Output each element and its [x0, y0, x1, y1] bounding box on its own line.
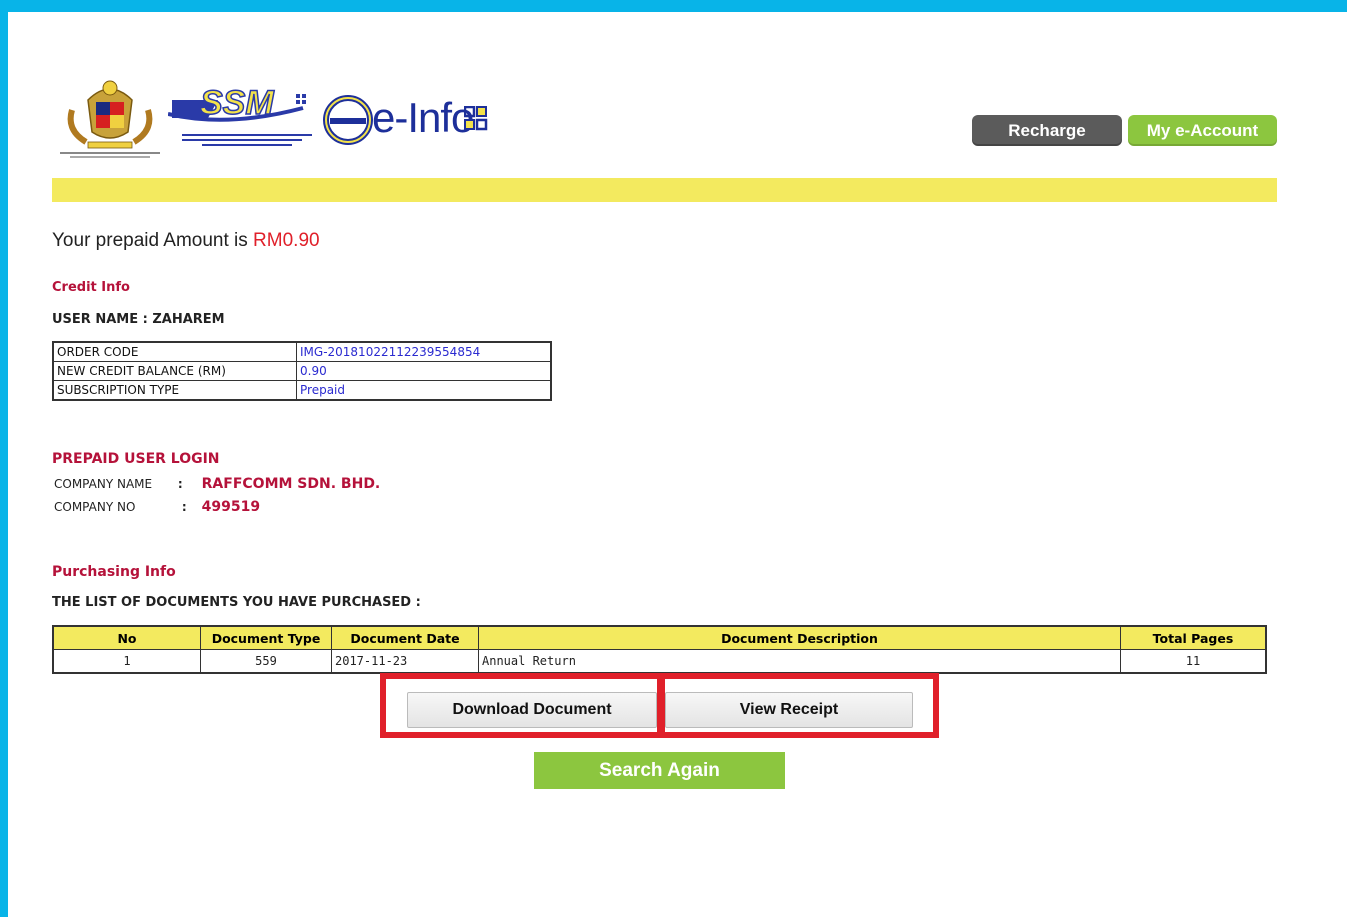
subscription-type-label: SUBSCRIPTION TYPE	[52, 380, 297, 401]
e-info-logo: e-Info	[322, 88, 512, 148]
column-header-document-description: Document Description	[478, 625, 1121, 650]
government-crest-logo	[58, 70, 162, 160]
prepaid-user-login-title: PREPAID USER LOGIN	[52, 451, 220, 467]
recharge-button[interactable]: Recharge	[972, 115, 1122, 146]
purchasing-info-title: Purchasing Info	[52, 564, 176, 580]
credit-info-title: Credit Info	[52, 280, 130, 295]
column-header-no: No	[52, 625, 201, 650]
prepaid-amount-label: Your prepaid Amount is	[52, 230, 248, 251]
company-name-row: COMPANY NAME : RAFFCOMM SDN. BHD.	[54, 476, 380, 492]
column-header-document-date: Document Date	[331, 625, 479, 650]
cell-total-pages: 11	[1120, 649, 1267, 674]
order-code-value: IMG-20181022112239554854	[296, 341, 552, 362]
cell-no: 1	[52, 649, 201, 674]
purchased-documents-table: No Document Type Document Date Document …	[52, 625, 1267, 674]
svg-text:SSM: SSM	[200, 84, 274, 122]
column-header-document-type: Document Type	[200, 625, 332, 650]
purchased-documents-subtitle: THE LIST OF DOCUMENTS YOU HAVE PURCHASED…	[52, 595, 421, 610]
user-name-line: USER NAME : ZAHAREM	[52, 312, 225, 327]
highlight-box-receipt	[659, 673, 939, 738]
table-row: ORDER CODE IMG-20181022112239554854	[52, 341, 552, 362]
table-row: 1 559 2017-11-23 Annual Return 11	[52, 649, 1267, 674]
company-no-separator: :	[181, 500, 187, 514]
search-again-button[interactable]: Search Again	[534, 752, 785, 789]
table-row: NEW CREDIT BALANCE (RM) 0.90	[52, 361, 552, 381]
prepaid-amount-line: Your prepaid Amount is RM0.90	[52, 230, 320, 252]
company-name-separator: :	[177, 477, 183, 491]
e-info-logo-text: e-Info	[372, 94, 474, 141]
cell-document-date: 2017-11-23	[331, 649, 479, 674]
company-name-label: COMPANY NAME	[54, 477, 153, 491]
cell-document-description: Annual Return	[478, 649, 1121, 674]
order-code-label: ORDER CODE	[52, 341, 297, 362]
company-no-row: COMPANY NO : 499519	[54, 499, 260, 515]
subscription-type-value: Prepaid	[296, 380, 552, 401]
ssm-logo: SSM	[167, 78, 318, 160]
table-header-row: No Document Type Document Date Document …	[52, 625, 1267, 650]
company-no-label: COMPANY NO	[54, 500, 136, 514]
table-row: SUBSCRIPTION TYPE Prepaid	[52, 380, 552, 401]
header-divider-bar	[52, 178, 1277, 202]
prepaid-amount-value: RM0.90	[253, 230, 320, 251]
credit-balance-label: NEW CREDIT BALANCE (RM)	[52, 361, 297, 381]
credit-info-table: ORDER CODE IMG-20181022112239554854 NEW …	[52, 341, 552, 401]
my-e-account-button[interactable]: My e-Account	[1128, 115, 1277, 146]
company-name-value: RAFFCOMM SDN. BHD.	[201, 476, 381, 492]
cell-document-type: 559	[200, 649, 332, 674]
highlight-box-download	[380, 673, 663, 738]
company-no-value: 499519	[201, 499, 261, 515]
credit-balance-value: 0.90	[296, 361, 552, 381]
column-header-total-pages: Total Pages	[1120, 625, 1267, 650]
